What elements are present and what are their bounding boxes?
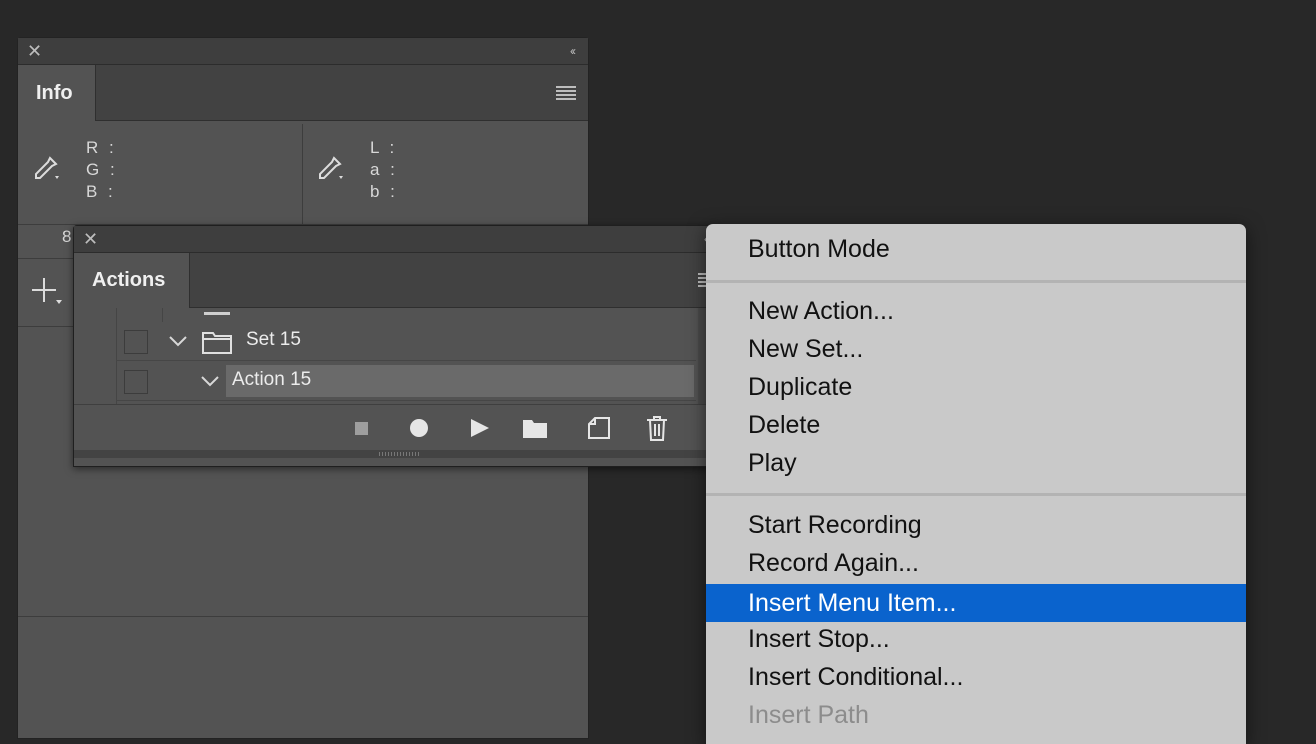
resize-bar[interactable]	[74, 450, 714, 458]
menu-separator	[706, 493, 1246, 496]
lab-readout: L : a : b :	[370, 137, 398, 203]
set-label: Set 15	[246, 329, 301, 350]
toggle-checkbox[interactable]	[124, 330, 148, 354]
tab-info[interactable]: Info	[18, 65, 96, 121]
record-icon[interactable]	[410, 419, 428, 437]
menu-item-duplicate[interactable]: Duplicate	[706, 368, 1246, 406]
eyedropper-icon[interactable]	[314, 154, 344, 184]
menu-item-record-again[interactable]: Record Again...	[706, 544, 1246, 582]
a-label: a :	[370, 160, 398, 179]
collapse-icon[interactable]: ‹‹	[570, 44, 576, 58]
context-menu: Button Mode New Action... New Set... Dup…	[706, 224, 1246, 744]
menu-item-insert-path: Insert Path	[748, 701, 869, 729]
grip-icon[interactable]	[379, 452, 419, 456]
rgb-readout: R : G : B :	[86, 137, 118, 203]
new-action-icon[interactable]	[588, 417, 610, 439]
g-label: G :	[86, 160, 118, 179]
actions-tabbar: Actions	[74, 253, 714, 308]
scrollbar[interactable]	[698, 308, 706, 404]
menu-item-insert-menu-item[interactable]: Insert Menu Item...	[706, 584, 1246, 622]
info-panel-titlebar: ✕ ‹‹	[18, 38, 588, 65]
b-label: b :	[370, 182, 398, 201]
new-set-icon[interactable]	[522, 417, 548, 439]
menu-item-play[interactable]: Play	[706, 444, 1246, 482]
l-label: L :	[370, 138, 398, 157]
divider	[302, 124, 303, 224]
trash-icon[interactable]	[646, 415, 668, 441]
toggle-checkbox[interactable]	[124, 370, 148, 394]
menu-item-button-mode[interactable]: Button Mode	[706, 230, 1246, 268]
panel-menu-icon[interactable]	[556, 86, 576, 100]
info-tabbar: Info	[18, 65, 588, 121]
menu-item-insert-stop[interactable]: Insert Stop...	[706, 620, 1246, 658]
menu-item-new-set[interactable]: New Set...	[706, 330, 1246, 368]
stop-icon[interactable]	[355, 422, 368, 435]
r-label: R :	[86, 138, 117, 157]
play-icon[interactable]	[470, 418, 490, 438]
menu-item-start-recording[interactable]: Start Recording	[706, 506, 1246, 544]
menu-item-delete[interactable]: Delete	[706, 406, 1246, 444]
folder-icon-partial	[204, 312, 230, 315]
chevron-down-icon[interactable]	[200, 374, 220, 388]
menu-item-insert-conditional[interactable]: Insert Conditional...	[706, 658, 1246, 696]
divider	[18, 616, 588, 617]
actions-panel-titlebar: ✕ ‹	[74, 226, 714, 253]
actions-panel: ✕ ‹ Actions Set 15 Action 15	[73, 225, 715, 467]
add-icon[interactable]	[30, 276, 64, 306]
tab-actions[interactable]: Actions	[74, 253, 190, 308]
b-label: B :	[86, 182, 116, 201]
list-item-action[interactable]: Action 15	[116, 362, 696, 401]
column-divider	[162, 308, 163, 322]
menu-separator	[706, 280, 1246, 283]
menu-item-new-action[interactable]: New Action...	[706, 292, 1246, 330]
chevron-down-icon[interactable]	[168, 334, 188, 348]
close-icon[interactable]: ✕	[83, 230, 98, 248]
eyedropper-icon[interactable]	[30, 154, 60, 184]
close-icon[interactable]: ✕	[27, 42, 42, 60]
actions-toolbar	[74, 404, 714, 451]
action-label: Action 15	[232, 369, 312, 390]
list-item-set[interactable]: Set 15	[116, 322, 696, 361]
folder-icon	[202, 332, 232, 354]
